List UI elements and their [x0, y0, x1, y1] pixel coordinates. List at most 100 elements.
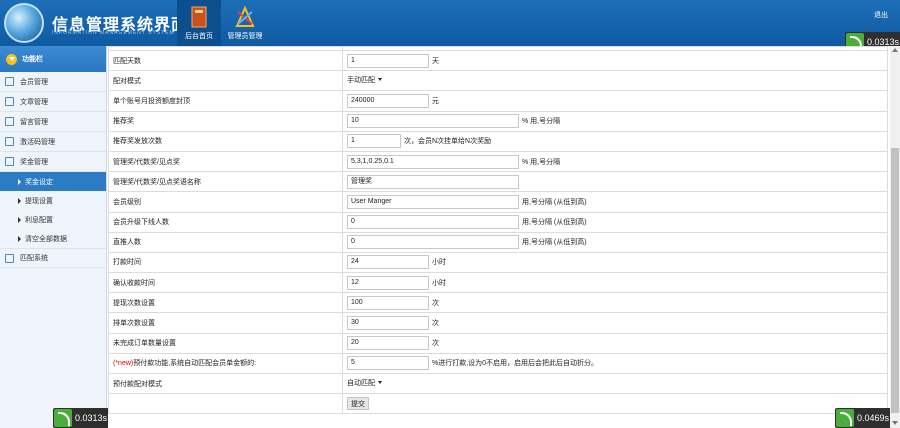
field-label: 单个账号月投资额度封顶: [108, 90, 343, 112]
member-level-input[interactable]: User Manger: [347, 194, 519, 209]
app-subtitle: INFORMATION MANAGEMENT SYSTEM GUI: [52, 30, 189, 36]
sidebar-item-messages[interactable]: 留言管理: [0, 112, 106, 132]
edit-icon: [5, 97, 14, 106]
match-days-input[interactable]: 1: [347, 53, 429, 68]
field-label: 提现次数设置: [108, 292, 343, 314]
table-row: 会员升级下线人数 0 用,号分隔 (从低到高): [108, 211, 888, 233]
field-suffix: %进行打款,设为0不启用，启用后会把此后自动折分。: [432, 360, 599, 368]
upgrade-downline-input[interactable]: 0: [347, 215, 519, 230]
field-suffix: % 用,号分隔: [522, 158, 561, 166]
referral-bonus-input[interactable]: 10: [347, 114, 519, 129]
field-suffix: 用,号分隔 (从低到高): [522, 219, 587, 227]
timer-icon: [54, 409, 72, 427]
sidebar-subitem-interest-config[interactable]: 利息配置: [0, 210, 106, 229]
field-suffix: 元: [432, 97, 439, 105]
sidebar-item-bonus[interactable]: 奖金管理: [0, 152, 106, 172]
scrollbar-thumb[interactable]: [891, 148, 899, 413]
calendar-icon: [5, 253, 14, 263]
field-suffix: 次，会员N次挂单给N次奖励: [404, 138, 492, 146]
sidebar: 功能栏 会员管理 文章管理 留言管理 激活码管理 奖金管理 奖金设定 提现设置 …: [0, 46, 107, 428]
monthly-cap-input[interactable]: 240000: [347, 93, 429, 108]
field-label: 推荐奖: [108, 110, 343, 132]
pending-orders-input[interactable]: 20: [347, 336, 429, 351]
table-row: (*new)预付款功能,系统自动匹配会员单金额的: 5 %进行打款,设为0不启用，…: [108, 352, 888, 375]
payment-time-input[interactable]: 24: [347, 255, 429, 270]
sidebar-subitem-withdraw-settings[interactable]: 提现设置: [0, 191, 106, 210]
order-count-input[interactable]: 30: [347, 316, 429, 331]
logout-link[interactable]: 退出: [874, 10, 888, 20]
timing-badge-bottom-left: 0.0313s: [53, 408, 112, 428]
sidebar-item-articles[interactable]: 文章管理: [0, 92, 106, 112]
submit-button[interactable]: 提交: [347, 397, 369, 411]
table-row: 打款时间 24 小时: [108, 251, 888, 274]
sidebar-header[interactable]: 功能栏: [0, 46, 106, 72]
match-mode-select[interactable]: 手动匹配: [347, 74, 382, 88]
top-header: 信息管理系统界面 INFORMATION MANAGEMENT SYSTEM G…: [0, 0, 900, 46]
field-label: 未完成订单数量设置: [108, 332, 343, 354]
timing-badge-bottom-right: 0.0469s: [835, 408, 894, 428]
triangle-right-icon: [18, 235, 21, 242]
table-row: 预付款配对模式 自动匹配: [108, 372, 888, 395]
management-bonus-input[interactable]: 5,3,1,0.25,0.1: [347, 154, 519, 169]
sidebar-item-activation-codes[interactable]: 激活码管理: [0, 132, 106, 152]
field-label: (*new)预付款功能,系统自动匹配会员单金额的:: [108, 352, 343, 375]
admin-tools-icon: [235, 6, 255, 27]
sidebar-subitem-bonus-settings[interactable]: 奖金设定: [0, 172, 106, 191]
triangle-right-icon: [18, 178, 21, 185]
book-icon: [191, 6, 207, 28]
field-label: 直推人数: [108, 231, 343, 253]
table-row: 提交: [108, 393, 888, 415]
field-label: 管理奖/代数奖/见点奖语名称: [108, 171, 343, 193]
table-row: 配对模式 手动匹配: [108, 70, 888, 92]
table-row: 确认收款时间 12 小时: [108, 272, 888, 294]
sidebar-item-matching[interactable]: 匹配系统: [0, 248, 106, 268]
field-label: 会员级别: [108, 191, 343, 213]
table-row: 单个账号月投资额度封顶 240000 元: [108, 90, 888, 112]
calendar-icon: [5, 157, 14, 166]
direct-referrals-input[interactable]: 0: [347, 235, 519, 250]
tab-admin[interactable]: 管理员管理: [223, 0, 267, 46]
triangle-right-icon: [18, 197, 21, 204]
tab-home-label: 后台首页: [185, 33, 213, 40]
confirm-time-input[interactable]: 12: [347, 275, 429, 290]
tab-home[interactable]: 后台首页: [177, 0, 221, 46]
field-suffix: 小时: [432, 259, 446, 267]
referral-count-input[interactable]: 1: [347, 134, 401, 149]
field-label: 匹配天数: [108, 49, 343, 72]
prepay-percent-input[interactable]: 5: [347, 356, 429, 371]
chevron-down-icon: [378, 78, 382, 82]
field-suffix: 次: [432, 299, 439, 307]
field-suffix: 用,号分隔 (从低到高): [522, 239, 587, 247]
table-row: 管理奖/代数奖/见点奖 5,3,1,0.25,0.1% 用,号分隔: [108, 150, 888, 173]
field-suffix: 小时: [432, 279, 446, 287]
field-label: 确认收款时间: [108, 272, 343, 294]
tab-admin-label: 管理员管理: [227, 33, 263, 40]
chevron-down-icon: [378, 381, 382, 385]
bonus-name-input[interactable]: 管理奖: [347, 174, 519, 189]
field-label: 打款时间: [108, 251, 343, 274]
vertical-scrollbar[interactable]: [890, 46, 900, 428]
settings-table: 匹配天数 1天 配对模式 手动匹配 单个账号月投资额度封顶 240000 元 推荐…: [108, 46, 888, 415]
scroll-down-icon[interactable]: [892, 421, 898, 425]
timer-icon: [836, 409, 854, 427]
globe-logo-icon: [4, 3, 44, 43]
field-label: 会员升级下线人数: [108, 211, 343, 233]
chevron-down-icon: [6, 53, 17, 65]
field-label: 推荐奖发放次数: [108, 130, 343, 152]
field-suffix: 天: [432, 57, 439, 65]
table-row: 会员级别 User Manger 用,号分隔 (从低到高): [108, 191, 888, 213]
triangle-right-icon: [18, 216, 21, 223]
scroll-up-icon[interactable]: [892, 48, 898, 52]
prepay-mode-select[interactable]: 自动匹配: [347, 377, 382, 391]
list-icon: [5, 77, 14, 86]
table-row: 直推人数 0 用,号分隔 (从低到高): [108, 231, 888, 253]
table-row: 未完成订单数量设置 20 次: [108, 332, 888, 354]
withdraw-count-input[interactable]: 100: [347, 295, 429, 310]
field-label: 管理奖/代数奖/见点奖: [108, 150, 343, 173]
field-label: 预付款配对模式: [108, 372, 343, 395]
table-row: 匹配天数 1天: [108, 49, 888, 72]
new-badge: (*new): [113, 360, 134, 368]
sidebar-subitem-clear-data[interactable]: 清空全部数据: [0, 229, 106, 248]
field-suffix: 用,号分隔 (从低到高): [522, 198, 587, 206]
sidebar-item-members[interactable]: 会员管理: [0, 72, 106, 92]
